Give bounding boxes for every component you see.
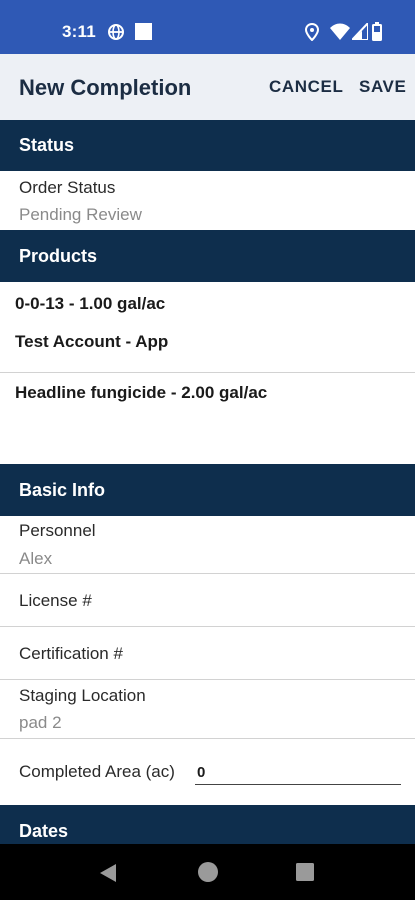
product-item[interactable]: 0-0-13 - 1.00 gal/ac Test Account - App <box>0 282 415 372</box>
product-item[interactable]: Headline fungicide - 2.00 gal/ac <box>0 373 415 463</box>
save-button[interactable]: SAVE <box>359 77 406 97</box>
section-title: Basic Info <box>19 479 106 500</box>
signal-icon <box>349 20 369 45</box>
product-account: Test Account - App <box>15 332 169 351</box>
section-header-basic-info: Basic Info <box>0 464 415 516</box>
completed-area-label: Completed Area (ac) <box>19 762 175 781</box>
status-bar: 3:11 <box>0 0 415 54</box>
back-triangle-icon[interactable] <box>99 863 117 888</box>
location-pin-icon <box>304 22 320 46</box>
completed-area-input[interactable] <box>195 761 401 785</box>
personnel-label: Personnel <box>19 521 96 540</box>
navigation-bar <box>0 844 415 900</box>
staging-location-field[interactable]: Staging Location pad 2 <box>0 680 415 738</box>
staging-location-value: pad 2 <box>19 713 62 732</box>
personnel-value: Alex <box>19 549 53 568</box>
status-time: 3:11 <box>62 22 96 41</box>
section-title: Dates <box>19 821 69 841</box>
personnel-field[interactable]: Personnel Alex <box>0 516 415 573</box>
cancel-button[interactable]: CANCEL <box>269 77 343 97</box>
page-title: New Completion <box>19 75 192 100</box>
notification-square-icon <box>135 23 152 45</box>
recents-square-icon[interactable] <box>296 863 314 886</box>
section-header-products: Products <box>0 230 415 282</box>
divider <box>0 738 415 739</box>
product-name: Headline fungicide - 2.00 gal/ac <box>15 383 268 402</box>
section-title: Status <box>19 135 75 155</box>
battery-icon <box>372 22 382 46</box>
certification-field[interactable]: Certification # <box>0 627 415 679</box>
section-header-status: Status <box>0 120 415 171</box>
home-circle-icon[interactable] <box>197 861 219 888</box>
section-title: Products <box>19 245 98 266</box>
vpn-globe-icon <box>107 23 125 46</box>
product-name: 0-0-13 - 1.00 gal/ac <box>15 294 166 313</box>
license-field[interactable]: License # <box>0 574 415 626</box>
wifi-icon <box>330 23 350 45</box>
staging-location-label: Staging Location <box>19 686 146 705</box>
order-status-value[interactable]: Pending Review <box>19 205 142 225</box>
order-status-label: Order Status <box>19 178 116 197</box>
license-label: License # <box>19 591 92 610</box>
certification-label: Certification # <box>19 644 123 663</box>
